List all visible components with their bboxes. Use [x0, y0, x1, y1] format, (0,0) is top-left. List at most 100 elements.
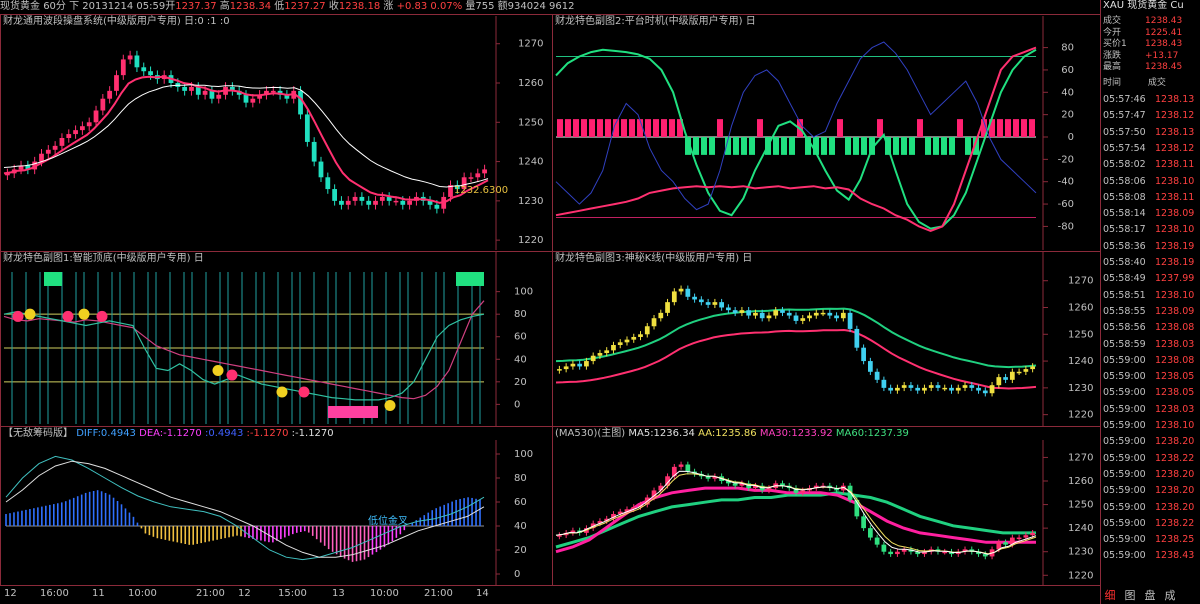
y-tick-label: 20	[1061, 110, 1074, 121]
kline-candle-body	[671, 291, 677, 303]
main-candle-body	[120, 59, 126, 76]
trade-price: 1238.08	[1155, 354, 1195, 366]
trade-time: 05:59:00	[1103, 485, 1146, 497]
kline-candle-body	[732, 310, 738, 313]
kline-candle-body	[840, 312, 846, 319]
kline-candle-body	[665, 302, 670, 313]
y-tick-label: 1220	[518, 235, 543, 246]
ma530-candle-body	[800, 490, 806, 493]
x-tick-label: 13	[332, 588, 345, 599]
y-tick-label: 1230	[518, 196, 543, 207]
y-tick-label: 1270	[1068, 276, 1093, 287]
trade-row: 05:58:55 1238.09	[1103, 306, 1199, 319]
y-tick-label: 1230	[1068, 547, 1093, 558]
kline-candle-body	[570, 363, 576, 367]
signal-bar-down	[781, 137, 787, 155]
top-signal-block	[44, 272, 62, 286]
quote-panel: XAU 现货黄金 Cu 成交 1238.43 今开 1225.41 买价1 1238.43…	[1100, 0, 1200, 604]
trade-time: 05:58:02	[1103, 159, 1146, 171]
kline-candle-body	[847, 312, 853, 329]
kline-candle-body	[780, 310, 785, 313]
signal-bar-up	[837, 119, 843, 137]
kline-candle-body	[692, 296, 697, 300]
trade-time: 05:59:00	[1103, 387, 1146, 399]
kline-candle-body	[901, 385, 907, 388]
trade-time: 05:58:14	[1103, 208, 1146, 220]
kline-candle-body	[617, 342, 623, 345]
signal-bar-up	[629, 119, 635, 137]
quote-value: 1225.41	[1145, 27, 1183, 38]
y-tick-label: 40	[514, 521, 527, 532]
trade-price: 1238.43	[1155, 550, 1195, 562]
trade-time: 05:59:00	[1103, 403, 1146, 415]
kline-candle-body	[982, 390, 988, 394]
signal-bar-up	[917, 119, 923, 137]
kline-candle-body	[624, 339, 630, 343]
quote-label: 涨跌	[1103, 50, 1122, 61]
trade-time: 05:59:00	[1103, 550, 1146, 562]
quote-tab[interactable]: 图	[1120, 588, 1140, 604]
kline-candle-body	[1030, 366, 1035, 370]
ma530-candle-body	[881, 544, 887, 552]
trade-price: 1238.22	[1155, 517, 1195, 529]
quote-value: 1238.43	[1145, 16, 1183, 26]
quote-tab[interactable]: 成	[1160, 588, 1180, 604]
kline-candle-body	[678, 288, 684, 292]
trade-row: 05:58:02 1238.11	[1103, 159, 1199, 172]
quote-tab[interactable]: 细	[1100, 588, 1120, 604]
kline-candle-body	[888, 387, 894, 391]
trade-price: 1237.99	[1155, 273, 1195, 285]
smiley-marker-icon	[276, 386, 288, 398]
quote-row: 涨跌 +13.17	[1103, 51, 1199, 61]
y-tick-label: 1220	[1068, 570, 1093, 581]
trade-price: 1238.03	[1155, 338, 1195, 350]
y-tick-label: 1250	[1068, 329, 1093, 340]
platform-series-1	[555, 46, 1037, 232]
main-candle-body	[107, 90, 113, 99]
chart-canvas[interactable]: 127012601250124012301220 806040200-20-40…	[0, 0, 1100, 604]
time-axis: 12 16:00 11 10:00 21:00 12 15:00 13 10:00 21:00 14	[0, 585, 552, 604]
signal-bar-up	[557, 119, 563, 137]
kline-candle-body	[577, 363, 583, 367]
trade-price: 1238.13	[1155, 126, 1195, 138]
x-tick-label: 21:00	[196, 588, 225, 599]
main-candle-body	[270, 90, 276, 93]
main-candle-body	[100, 98, 106, 111]
kline-candle-body	[739, 310, 745, 313]
trade-row: 05:59:00 1238.05	[1103, 371, 1199, 384]
kline-candle-body	[989, 385, 995, 394]
quote-tabs: 细图盘成	[1100, 588, 1200, 604]
trade-row: 05:58:59 1238.03	[1103, 339, 1199, 352]
main-candle-body	[66, 134, 72, 138]
main-candle-body	[141, 67, 147, 72]
trade-price: 1238.10	[1155, 289, 1195, 301]
quote-label: 最高	[1103, 62, 1122, 72]
main-candle-body	[373, 200, 378, 205]
x-tick-label: 16:00	[40, 588, 69, 599]
y-tick-label: 80	[1061, 43, 1074, 54]
trade-time: 05:58:08	[1103, 191, 1146, 203]
trade-time: 05:59:00	[1103, 452, 1146, 464]
kline-candle-body	[1016, 371, 1022, 374]
signal-bar-up	[645, 119, 651, 137]
signal-bar-down	[789, 137, 795, 155]
y-tick-label: 60	[1061, 65, 1074, 76]
kline-candle-body	[773, 310, 779, 316]
signal-bar-up	[877, 119, 883, 137]
ma530-candle-body	[732, 483, 738, 486]
kline-candle-body	[874, 371, 880, 380]
kline-candle-body	[726, 307, 731, 311]
kline-candle-body	[658, 312, 664, 319]
main-candle-body	[80, 126, 85, 131]
smiley-marker-icon	[212, 365, 224, 377]
quote-label: 买价1	[1103, 39, 1127, 49]
quote-tab[interactable]: 盘	[1140, 588, 1160, 604]
signal-bar-down	[733, 137, 739, 155]
kline-candle-body	[604, 350, 610, 354]
ma530-candle-body	[942, 551, 948, 554]
trade-time: 05:58:59	[1103, 338, 1146, 350]
quote-row: 买价1 1238.43	[1103, 39, 1199, 49]
trade-row: 05:59:00 1238.08	[1103, 355, 1199, 368]
trade-price: 1238.11	[1155, 159, 1195, 171]
trade-price: 1238.10	[1155, 224, 1195, 236]
